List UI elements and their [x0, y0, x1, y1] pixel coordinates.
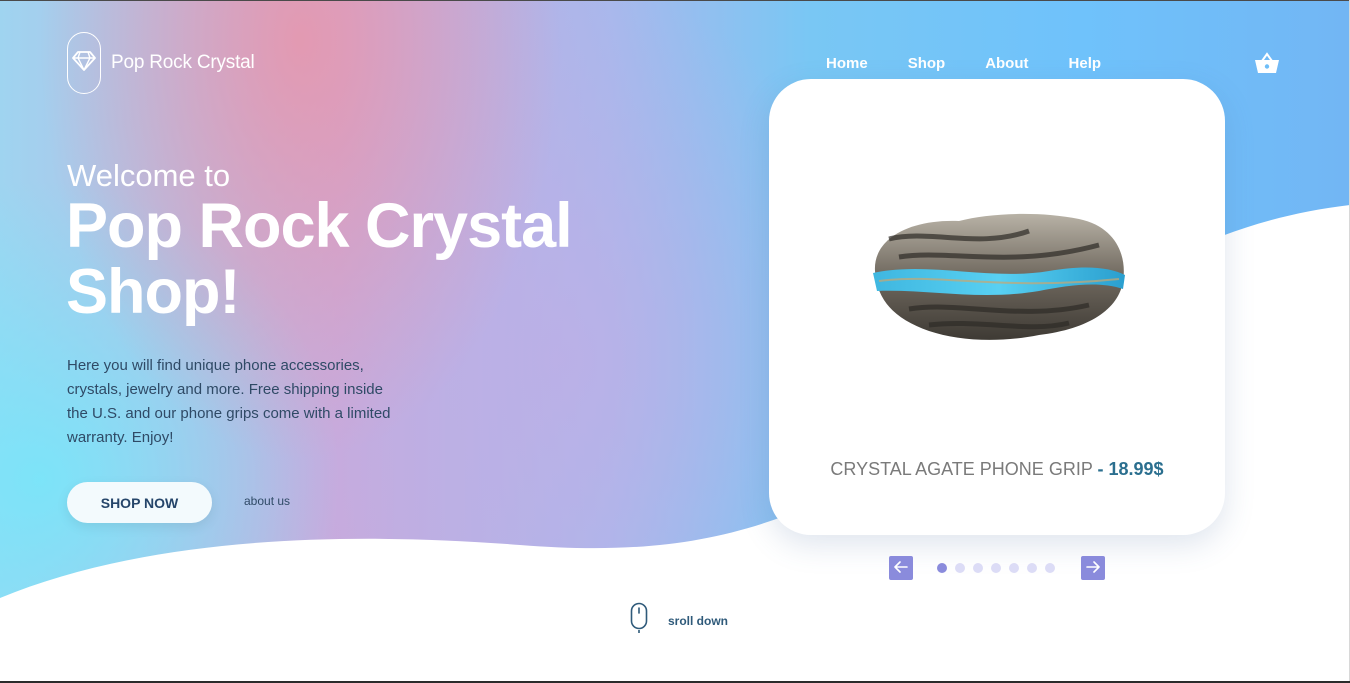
- cart-button[interactable]: [1254, 51, 1280, 80]
- scroll-down-indicator[interactable]: sroll down: [630, 602, 728, 639]
- product-card[interactable]: CRYSTAL AGATE PHONE GRIP - 18.99$: [769, 79, 1225, 535]
- hero-headline: Pop Rock Crystal Shop!: [66, 191, 573, 327]
- carousel-prev-button[interactable]: [889, 556, 913, 580]
- carousel-dot[interactable]: [937, 563, 947, 573]
- nav-about[interactable]: About: [985, 55, 1028, 72]
- basket-icon: [1254, 52, 1280, 79]
- about-us-link[interactable]: about us: [244, 494, 290, 508]
- carousel-next-button[interactable]: [1081, 556, 1105, 580]
- arrow-right-icon: [1086, 560, 1100, 576]
- nav-help[interactable]: Help: [1069, 55, 1102, 72]
- shop-now-button[interactable]: SHOP NOW: [67, 482, 212, 523]
- nav-home[interactable]: Home: [826, 55, 868, 72]
- diamond-icon: [71, 50, 97, 77]
- product-name-text: CRYSTAL AGATE PHONE GRIP: [830, 459, 1093, 479]
- carousel-dot[interactable]: [955, 563, 965, 573]
- carousel-dot[interactable]: [1009, 563, 1019, 573]
- carousel-dot[interactable]: [973, 563, 983, 573]
- logo-badge: [67, 32, 101, 94]
- carousel-dots: [937, 563, 1055, 573]
- welcome-text: Welcome to: [67, 158, 231, 193]
- hero-description: Here you will find unique phone accessor…: [67, 357, 391, 446]
- brand-name: Pop Rock Crystal: [111, 52, 255, 73]
- main-nav: Home Shop About Help: [826, 55, 1141, 72]
- product-price: - 18.99$: [1097, 459, 1164, 479]
- nav-shop[interactable]: Shop: [908, 55, 946, 72]
- carousel-dot[interactable]: [1045, 563, 1055, 573]
- carousel-dot[interactable]: [991, 563, 1001, 573]
- scroll-down-label: sroll down: [668, 613, 728, 628]
- brand-logo[interactable]: Pop Rock Crystal: [67, 32, 255, 94]
- mouse-icon: [630, 602, 648, 639]
- window-top-border: [0, 0, 1350, 1]
- product-title: CRYSTAL AGATE PHONE GRIP - 18.99$: [769, 459, 1225, 479]
- arrow-left-icon: [894, 560, 908, 576]
- product-image: [869, 209, 1129, 354]
- carousel-dot[interactable]: [1027, 563, 1037, 573]
